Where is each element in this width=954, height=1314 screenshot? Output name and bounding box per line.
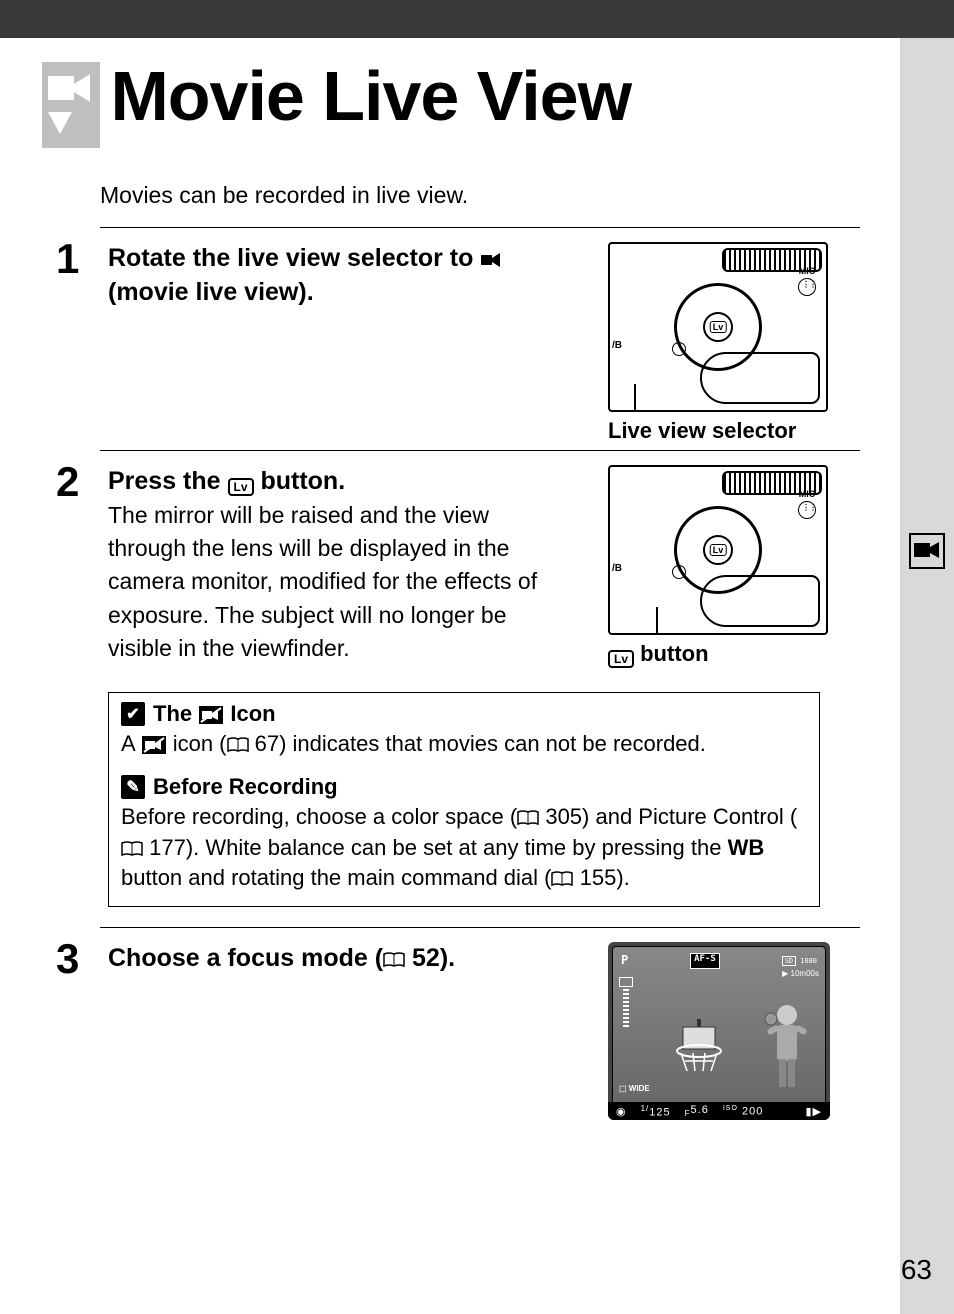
page-ref: 52 [405,944,440,972]
mic-label: MIC [799,266,816,276]
text: button [634,641,709,666]
mic-label: MIC [799,489,816,499]
note-text: A icon ( 67) indicates that movies can n… [121,729,807,760]
note-title-the-icon: The Icon [121,701,807,727]
note-text: Before recording, choose a color space (… [121,802,807,894]
lv-button-icon: Lv [608,650,634,668]
text: ) indicates that movies can not be recor… [279,731,706,756]
movie-chapter-icon [42,62,100,148]
step-number: 2 [56,461,86,921]
text: Before Recording [153,774,338,800]
intro-text: Movies can be recorded in live view. [100,182,830,209]
movie-tab-icon [909,533,945,569]
text: A [121,731,141,756]
lv-label: Lv [710,544,727,556]
page-number: 63 [901,1254,932,1286]
page-ref-icon [517,810,539,826]
side-thumb-margin [900,38,954,1314]
header-bar [0,0,954,38]
text: button. [254,467,346,495]
divider [100,227,860,228]
text: ). White balance can be set at any time … [186,835,728,860]
step-heading: Rotate the live view selector to (movie … [108,242,584,310]
step-heading: Choose a focus mode ( 52). [108,942,584,976]
page-area: Movie Live View Movies can be recorded i… [0,38,954,1314]
text: (movie live view). [108,278,314,306]
diagram-caption: Lv button [608,641,830,668]
page-ref: 67 [249,731,280,756]
text: Press the [108,467,228,495]
af-mode-indicator: AF-S [690,953,720,969]
chapter-header: Movie Live View [0,38,870,148]
note-title-before-recording: Before Recording [121,774,807,800]
iso-value: 200 [742,1106,763,1118]
text: Icon [224,701,275,726]
step-3: 3 Choose a focus mode ( 52). [100,942,830,1120]
metering-icon: ◉ [616,1105,627,1118]
text: ) and Picture Control ( [582,804,797,829]
camera-monitor-preview: P AF-S SD 1080 ▶ 10m00s [608,942,830,1120]
lv-button-icon: Lv [228,478,254,496]
shooting-mode: P [621,953,628,969]
page-ref: 177 [143,835,186,860]
important-badge-icon [121,702,145,726]
page-ref-icon [551,871,573,887]
lv-label: Lv [710,321,727,333]
live-view-selector-diagram: Lv MIC /B [608,242,828,412]
note-badge-icon [121,775,145,799]
text: The [153,701,198,726]
card-indicator: SD [782,956,796,966]
shutter-speed: 125 [649,1107,670,1119]
text: ISO [723,1105,738,1112]
page-title: Movie Live View [104,56,631,136]
lv-button-diagram: Lv MIC /B [608,465,828,635]
text: button and rotating the main command dia… [121,865,551,890]
page-ref-icon [121,841,143,857]
divider [100,927,860,928]
aperture: 5.6 [691,1104,709,1116]
step-number: 1 [56,238,86,444]
text: Rotate the live view selector to [108,244,480,272]
text: Before recording, choose a color space ( [121,804,517,829]
page-ref-icon [227,737,249,753]
page-ref: 155 [573,865,616,890]
callout-box: The Icon A icon ( 67) indicates that mov… [108,692,820,907]
text: ). [616,865,629,890]
step-1: 1 Rotate the live view selector to (movi… [100,242,830,444]
text: Choose a focus mode ( [108,944,383,972]
monitor-info-bar: ◉ 1/125 F5.6 ISO 200 ▮▶ [608,1102,830,1120]
text: icon ( [167,731,227,756]
step-number: 3 [56,938,86,1120]
page-ref-icon [383,952,405,968]
diagram-caption: Live view selector [608,418,830,444]
no-movie-icon [198,705,224,725]
step-heading: Press the Lv button. [108,465,584,499]
no-movie-icon [141,735,167,755]
wb-label: /B [612,340,622,351]
text: 1/ [641,1104,650,1113]
divider [100,450,860,451]
wb-button-label: WB [728,835,765,860]
text: ). [440,944,455,972]
movie-rec-icon: ▮▶ [805,1105,822,1118]
step-body-text: The mirror will be raised and the view t… [108,499,548,666]
step-2: 2 Press the Lv button. The mirror will b… [100,465,830,921]
rec-time-remaining: 10m00s [791,969,819,978]
movie-live-view-icon [480,251,502,269]
page-ref: 305 [539,804,582,829]
af-area-mode: WIDE [629,1084,650,1093]
wb-label: /B [612,563,622,574]
